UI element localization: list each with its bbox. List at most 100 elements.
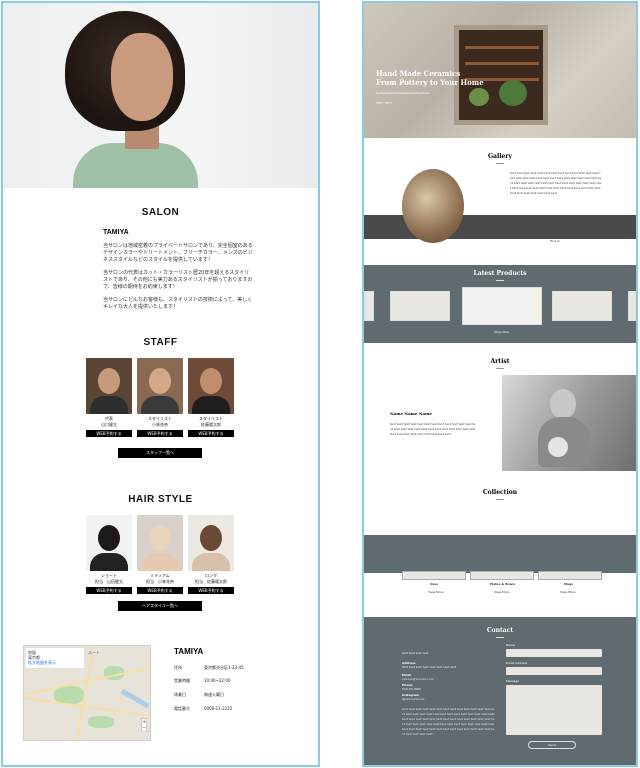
name-field-label: Name	[506, 643, 515, 647]
products-title: Latest Products	[473, 270, 527, 277]
web-reserve-button[interactable]: WEB予約する	[188, 587, 234, 594]
hairstyle-card: ショート 担当 山田健太 WEB予約する	[86, 515, 132, 594]
address-value: Text text text text text text text text	[402, 665, 457, 669]
hairstyle-photo	[86, 515, 132, 571]
hero-link[interactable]: TEXT TEXT	[376, 101, 392, 105]
hero-image	[3, 3, 318, 188]
map-route-link[interactable]: ルート	[88, 650, 100, 656]
phone-value: 000-00-0000	[402, 687, 422, 691]
artist-name: Name Name Name	[390, 411, 432, 416]
info-value: 10:00~22:00	[204, 678, 231, 683]
collection-view-more-link[interactable]: View More	[428, 590, 444, 594]
staff-name: 佐藤陽太郎	[201, 422, 221, 427]
salon-paragraph: 当サロンにどんなお客様も、スタイリストの技術によって、美しくキレイな大人を提供い…	[103, 297, 253, 310]
hero-face	[111, 33, 173, 121]
info-label: 営業時間	[174, 678, 190, 683]
salon-paragraph: 当サロンは地域密着のプライベートサロンであり、完全個室のあるデザインカラーやトリ…	[103, 243, 253, 263]
map-info-card: 地図 東京都 拡大地図を表示	[26, 648, 84, 668]
instagram-value: @xxxxxxxxxxx	[402, 697, 425, 701]
info-row: 営業時間 10:00~22:00	[174, 678, 230, 684]
collection-view-more-link[interactable]: View More	[494, 590, 510, 594]
info-row: 住所 東京都渋谷区1-23-45	[174, 665, 244, 671]
email-value: xxxxxx@xxxxxx.com	[402, 677, 434, 681]
contact-body-text: text text text text text text text text …	[402, 707, 495, 736]
gallery-image	[402, 169, 464, 243]
hairstyle-card: ミディアム 担当 小林花奈 WEB予約する	[137, 515, 183, 594]
web-reserve-button[interactable]: WEB予約する	[137, 430, 183, 437]
collection-card[interactable]	[470, 571, 534, 580]
hairstyle-list-button[interactable]: ヘアスタイル一覧へ	[118, 601, 202, 611]
info-row: 休業日 毎週火曜日	[174, 692, 224, 698]
staff-photo	[86, 358, 132, 414]
staff-title: STAFF	[143, 337, 178, 348]
staff-card: スタイリスト 佐藤陽太郎 WEB予約する	[188, 358, 234, 437]
map-zoom-control[interactable]: + −	[141, 718, 147, 732]
artist-text: text text text text text text text text …	[390, 422, 476, 436]
email-input[interactable]	[506, 667, 602, 675]
collection-view-more-link[interactable]: View More	[560, 590, 576, 594]
collection-card[interactable]	[538, 571, 602, 580]
message-field-label: Message	[506, 679, 520, 683]
info-label: 住所	[174, 665, 182, 670]
embedded-map[interactable]: 地図 東京都 拡大地図を表示 ルート + −	[23, 645, 151, 741]
hero-title-line: Hand Made Ceramics	[376, 69, 461, 78]
info-label: 休業日	[174, 692, 186, 697]
hero-shirt	[73, 143, 198, 188]
hairstyle-stylist: 担当 佐藤陽太郎	[195, 579, 227, 584]
salon-title: SALON	[141, 207, 180, 218]
web-reserve-button[interactable]: WEB予約する	[188, 430, 234, 437]
salon-name: TAMIYA	[103, 229, 129, 236]
contact-title: Contact	[486, 627, 514, 634]
staff-list-button[interactable]: スタッフ一覧へ	[118, 448, 202, 458]
shop-now-link[interactable]: Shop Now	[494, 330, 509, 334]
hairstyle-title: HAIR STYLE	[128, 494, 193, 505]
collection-item-name: Mugs	[564, 582, 574, 586]
staff-name: 小林花奈	[152, 422, 168, 427]
info-value: 東京都渋谷区1-23-45	[204, 665, 244, 670]
hero-image: Hand Made Ceramics From Pottery to Your …	[364, 3, 636, 138]
gallery-link[interactable]: Find In	[550, 239, 560, 243]
send-button[interactable]: Send	[528, 741, 576, 749]
collection-title: Collection	[482, 489, 518, 496]
staff-photo	[188, 358, 234, 414]
contact-intro: text text text text	[402, 651, 429, 655]
artist-title: Artist	[490, 358, 510, 365]
staff-photo	[137, 358, 183, 414]
ceramics-page-mockup: Hand Made Ceramics From Pottery to Your …	[362, 1, 638, 767]
hairstyle-photo	[188, 515, 234, 571]
collection-item-name: Vase	[430, 582, 439, 586]
hairstyle-stylist: 担当 山田健太	[95, 579, 123, 584]
info-label: 電話番号	[174, 706, 190, 711]
web-reserve-button[interactable]: WEB予約する	[137, 587, 183, 594]
web-reserve-button[interactable]: WEB予約する	[86, 430, 132, 437]
salon-description: 当サロンは地域密着のプライベートサロンであり、完全個室のあるデザインカラーやトリ…	[103, 243, 253, 317]
name-input[interactable]	[506, 649, 602, 657]
message-textarea[interactable]	[506, 685, 602, 735]
collection-item-name: Plates & Bowls	[490, 582, 516, 586]
staff-name: 山口健太	[101, 422, 117, 427]
info-value: 毎週火曜日	[204, 692, 224, 697]
info-value: 0000-11-2222	[204, 706, 233, 711]
hairstyle-photo	[137, 515, 183, 571]
collection-band	[364, 535, 636, 573]
hero-title: Hand Made Ceramics From Pottery to Your …	[376, 69, 486, 87]
gallery-text: text text text text text text text text …	[510, 171, 602, 195]
info-title: TAMIYA	[174, 647, 204, 656]
product-image[interactable]	[462, 287, 542, 325]
map-enlarge-link[interactable]: 拡大地図を表示	[28, 660, 82, 665]
collection-card[interactable]	[402, 571, 466, 580]
hairstyle-card: ロング 担当 佐藤陽太郎 WEB予約する	[188, 515, 234, 594]
staff-card: スタイリスト 小林花奈 WEB予約する	[137, 358, 183, 437]
product-image[interactable]	[552, 291, 612, 321]
gallery-title: Gallery	[487, 153, 513, 160]
web-reserve-button[interactable]: WEB予約する	[86, 587, 132, 594]
hairstyle-stylist: 担当 小林花奈	[146, 579, 174, 584]
staff-card: 代表 山口健太 WEB予約する	[86, 358, 132, 437]
email-field-label: Email Address	[506, 661, 528, 665]
salon-paragraph: 当サロンの代表はカット・カラーリスト歴20年を超えるスタイリストであり、その他に…	[103, 270, 253, 290]
product-image[interactable]	[390, 291, 450, 321]
info-row: 電話番号 0000-11-2222	[174, 706, 232, 712]
artist-photo	[502, 375, 636, 471]
salon-page-mockup: SALON TAMIYA 当サロンは地域密着のプライベートサロンであり、完全個室…	[1, 1, 320, 767]
hero-title-line: From Pottery to Your Home	[376, 78, 484, 87]
